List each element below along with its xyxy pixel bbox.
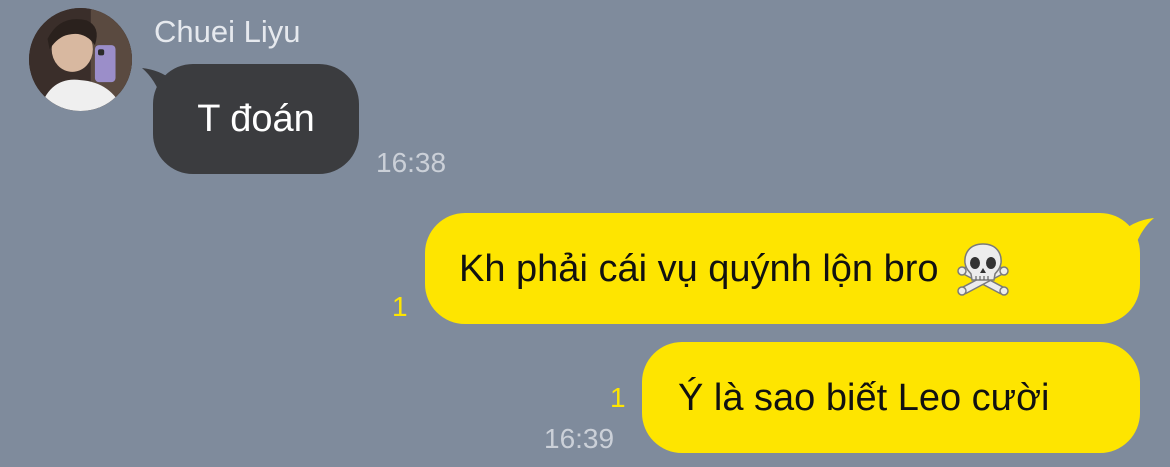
message-timestamp: 16:38 [376, 147, 447, 178]
outgoing-message-bubble[interactable]: Kh phải cái vụ quýnh lộn bro [425, 213, 1140, 324]
avatar[interactable] [29, 8, 132, 111]
message-timestamp: 16:39 [544, 423, 615, 454]
avatar-photo-icon [29, 8, 132, 111]
incoming-message-bubble[interactable]: T đoán [153, 64, 359, 174]
outgoing-bubble-tail [1118, 218, 1154, 250]
unread-count: 1 [392, 291, 408, 322]
outgoing-message-bubble[interactable]: Ý là sao biết Leo cười [642, 342, 1140, 453]
message-text: Ý là sao biết Leo cười [678, 376, 1050, 419]
skull-and-crossbones-icon [955, 241, 1011, 297]
sender-name: Chuei Liyu [154, 14, 301, 49]
unread-count: 1 [610, 382, 626, 413]
message-text: Kh phải cái vụ quýnh lộn bro [459, 247, 939, 290]
message-text: T đoán [197, 98, 315, 140]
